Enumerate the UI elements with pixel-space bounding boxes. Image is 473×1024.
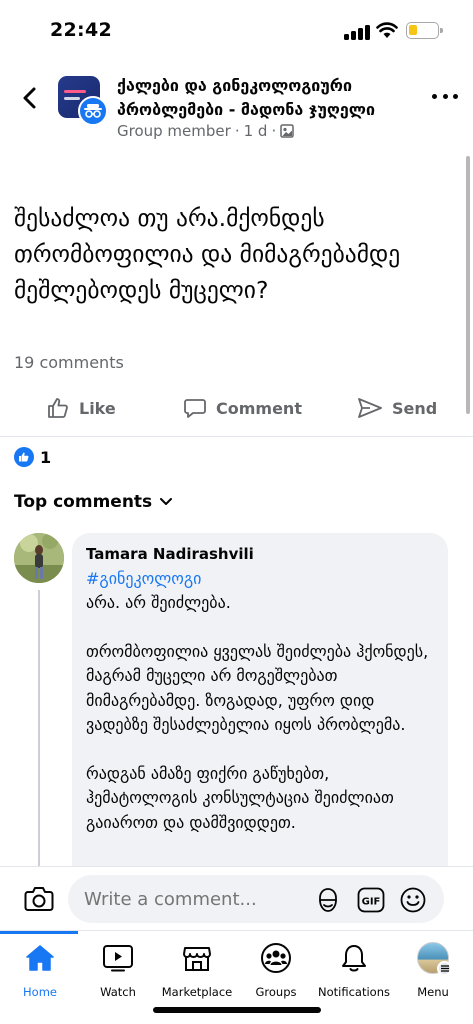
tab-menu-label: Menu: [417, 985, 449, 999]
tab-marketplace-label: Marketplace: [161, 985, 233, 999]
tab-notifications[interactable]: Notifications: [314, 941, 394, 999]
send-label: Send: [392, 398, 438, 418]
post-time[interactable]: 1 d: [244, 122, 268, 140]
avatar-sticker-button[interactable]: [313, 885, 343, 915]
emoji-button[interactable]: [398, 885, 428, 915]
groups-icon: [261, 943, 291, 973]
hashtag-link[interactable]: #გინეკოლოგი: [86, 567, 434, 591]
marketplace-icon: [183, 947, 211, 971]
comment-count-link[interactable]: 19 comments: [14, 353, 124, 372]
tab-notifications-label: Notifications: [318, 985, 390, 999]
avatar-sticker-icon: [319, 888, 337, 912]
post-actions: Like Comment Send: [0, 388, 473, 428]
send-arrow-icon: [358, 398, 382, 418]
tab-marketplace[interactable]: Marketplace: [157, 941, 237, 999]
comment-sort-label: Top comments: [14, 492, 153, 512]
menu-icon: [437, 961, 452, 976]
comment-input[interactable]: [68, 875, 444, 923]
group-privacy-icon: [280, 124, 294, 138]
comment-paragraph: არა. არ შეიძლება.: [86, 593, 231, 612]
home-indicator: [153, 1007, 321, 1013]
comment-text: არა. არ შეიძლება. თრომბოფილია ყველას შეი…: [86, 591, 434, 835]
anonymous-member-icon: [78, 96, 108, 126]
battery-icon: [406, 22, 443, 39]
commenter-avatar[interactable]: [14, 533, 64, 583]
comment-bubble-icon: [184, 399, 206, 418]
profile-avatar: [417, 942, 452, 976]
like-reaction-icon: [14, 447, 34, 467]
tab-watch-label: Watch: [100, 985, 136, 999]
watch-icon: [103, 945, 133, 972]
thumbs-up-icon: [48, 398, 68, 418]
reactions-summary[interactable]: 1: [14, 447, 51, 467]
bell-icon: [342, 945, 366, 972]
wifi-icon: [376, 22, 398, 38]
tab-watch[interactable]: Watch: [78, 941, 158, 999]
home-icon: [26, 945, 54, 971]
comment-sort-dropdown[interactable]: Top comments: [14, 492, 173, 512]
commenter-name[interactable]: Tamara Nadirashvili: [86, 543, 434, 565]
divider: [0, 436, 473, 437]
tab-groups[interactable]: Groups: [236, 941, 316, 999]
gif-button[interactable]: GIF: [356, 885, 386, 915]
status-time: 22:42: [50, 19, 112, 41]
emoji-icon: [400, 887, 426, 913]
like-label: Like: [79, 398, 116, 418]
more-options-button[interactable]: [432, 90, 458, 102]
cellular-signal-icon: [344, 24, 370, 40]
back-button[interactable]: [18, 84, 42, 112]
status-bar: 22:42: [0, 0, 473, 62]
group-name-link[interactable]: ქალები და გინეკოლოგიური პრობლემები - მად…: [117, 74, 427, 122]
comment-button[interactable]: Comment: [183, 388, 302, 428]
camera-icon: [24, 887, 54, 911]
comment-composer: GIF: [0, 866, 473, 930]
send-button[interactable]: Send: [357, 388, 437, 428]
reaction-count: 1: [40, 447, 52, 467]
comment-bubble[interactable]: Tamara Nadirashvili #გინეკოლოგი არა. არ …: [72, 533, 448, 893]
thread-line: [38, 590, 40, 870]
active-tab-indicator: [0, 931, 78, 934]
tab-groups-label: Groups: [255, 985, 297, 999]
comment-paragraph: რადგან ამაზე ფიქრი გაწუხებთ, ჰემატოლოგის…: [86, 763, 394, 832]
scrollbar[interactable]: [466, 156, 470, 414]
like-button[interactable]: Like: [46, 388, 116, 428]
tab-home[interactable]: Home: [0, 941, 80, 999]
chevron-left-icon: [23, 87, 36, 109]
tab-home-label: Home: [23, 985, 57, 999]
post-meta: Group member · 1 d ·: [117, 122, 294, 140]
member-role: Group member: [117, 122, 231, 140]
camera-button[interactable]: [22, 882, 56, 916]
tab-menu[interactable]: Menu: [393, 941, 473, 999]
svg-text:GIF: GIF: [362, 897, 381, 908]
post-text: შესაძლოა თუ არა.მქონდეს თრომბოფილია და მ…: [14, 204, 401, 304]
comment-paragraph: თრომბოფილია ყველას შეიძლება ჰქონდეს, მაგ…: [86, 641, 429, 735]
comment-label: Comment: [216, 398, 302, 418]
gif-icon: GIF: [357, 887, 385, 913]
chevron-down-icon: [160, 498, 173, 505]
